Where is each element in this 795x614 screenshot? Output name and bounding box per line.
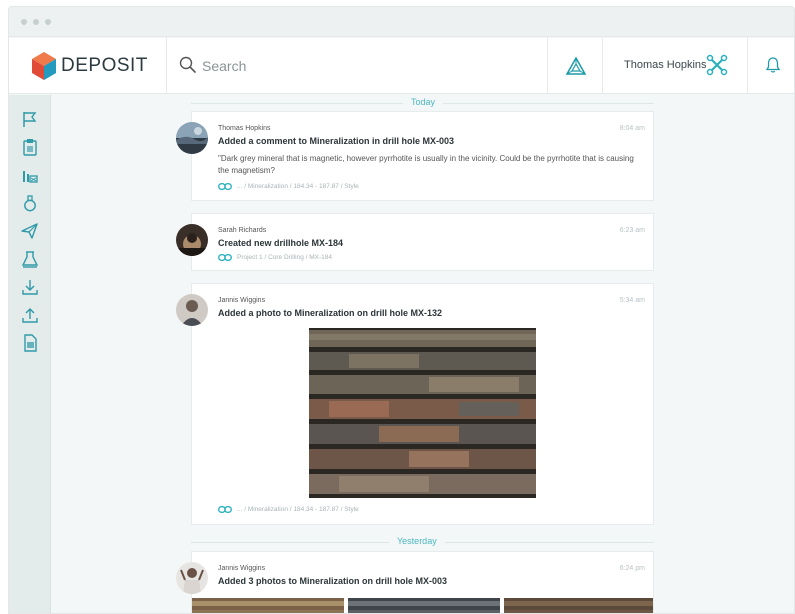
triangle-network-icon (565, 56, 587, 75)
window-close-dot[interactable] (21, 19, 27, 25)
deposit-map-button[interactable] (549, 38, 603, 94)
flag-icon[interactable] (20, 109, 40, 129)
search-icon[interactable] (179, 56, 197, 74)
upload-icon[interactable] (20, 305, 40, 325)
app-window: DEPOSIT Thomas Hopkins (8, 6, 795, 614)
post-action[interactable]: Added a comment to Mineralization in dri… (218, 136, 454, 146)
search-bar (168, 38, 548, 94)
avatar-person-photo (176, 562, 208, 594)
bell-icon (766, 57, 780, 73)
post-author[interactable]: Thomas Hopkins (218, 125, 271, 132)
window-maximize-dot[interactable] (45, 19, 51, 25)
drill-core-thumbnail[interactable] (192, 598, 344, 614)
activity-feed: Today Thomas Hopkins 8:04 am Added a com… (51, 95, 794, 613)
drill-core-thumbnail[interactable] (348, 598, 500, 614)
post-breadcrumb[interactable]: ... / Mineralization / 184.34 - 187.87 /… (218, 183, 359, 190)
drill-core-image (309, 328, 536, 498)
post-time: 5:34 am (619, 297, 645, 304)
post-path: ... / Mineralization / 184.34 - 187.87 /… (237, 506, 359, 513)
link-icon (218, 506, 232, 513)
post-author[interactable]: Jannis Wiggins (218, 565, 265, 572)
document-icon[interactable] (20, 333, 40, 353)
link-icon (218, 183, 232, 190)
post-action[interactable]: Created new drillhole MX-184 (218, 238, 343, 248)
flask-icon[interactable] (20, 193, 40, 213)
window-titlebar (9, 7, 794, 37)
avatar-person-photo (176, 294, 208, 326)
avatar[interactable] (176, 294, 208, 326)
search-input[interactable] (202, 55, 522, 77)
post-path: ... / Mineralization / 184.34 - 187.87 /… (237, 183, 359, 190)
user-name: Thomas Hopkins (624, 59, 707, 71)
post-comment: "Dark grey mineral that is magnetic, how… (218, 154, 634, 175)
day-label-today: Today (403, 97, 444, 107)
clipboard-icon[interactable] (20, 137, 40, 157)
post-path: Project 1 / Core Drilling / MX-184 (237, 254, 333, 261)
avatar-landscape-photo (176, 122, 208, 154)
avatar[interactable] (176, 224, 208, 256)
notifications-button[interactable] (749, 38, 794, 94)
logo[interactable]: DEPOSIT (9, 38, 167, 94)
post-action[interactable]: Added a photo to Mineralization on drill… (218, 308, 442, 318)
post-author[interactable]: Sarah Richards (218, 227, 266, 234)
user-menu[interactable]: Thomas Hopkins (604, 38, 748, 94)
post-breadcrumb[interactable]: ... / Mineralization / 184.34 - 187.87 /… (218, 506, 359, 513)
feed-card[interactable]: Jannis Wiggins 5:34 am Added a photo to … (176, 283, 654, 525)
post-action[interactable]: Added 3 photos to Mineralization on dril… (218, 576, 447, 586)
avatar[interactable] (176, 562, 208, 594)
post-breadcrumb[interactable]: Project 1 / Core Drilling / MX-184 (218, 254, 332, 261)
feed-card[interactable]: Sarah Richards 6:23 am Created new drill… (176, 213, 654, 271)
day-label-yesterday: Yesterday (389, 536, 445, 546)
photo-thumbnails (192, 598, 653, 614)
avatar-sunset-photo (176, 224, 208, 256)
drill-core-thumbnail[interactable] (504, 598, 653, 614)
sidebar (9, 95, 51, 613)
drill-core-photo[interactable] (309, 328, 536, 498)
post-author[interactable]: Jannis Wiggins (218, 297, 265, 304)
post-time: 8:04 am (619, 125, 645, 132)
avatar[interactable] (176, 122, 208, 154)
app-header: DEPOSIT Thomas Hopkins (9, 38, 794, 94)
post-time: 6:24 pm (619, 565, 645, 572)
send-icon[interactable] (20, 221, 40, 241)
crossed-tools-icon (706, 54, 728, 76)
bar-chart-icon[interactable] (20, 165, 40, 185)
window-minimize-dot[interactable] (33, 19, 39, 25)
feed-card[interactable]: Thomas Hopkins 8:04 am Added a comment t… (176, 111, 654, 201)
link-icon (218, 254, 232, 261)
logo-cube-icon (32, 52, 56, 80)
brand-name: DEPOSIT (61, 55, 148, 76)
download-icon[interactable] (20, 277, 40, 297)
lab-beaker-icon[interactable] (20, 249, 40, 269)
feed-card[interactable]: Jannis Wiggins 6:24 pm Added 3 photos to… (176, 551, 654, 614)
post-time: 6:23 am (619, 227, 645, 234)
